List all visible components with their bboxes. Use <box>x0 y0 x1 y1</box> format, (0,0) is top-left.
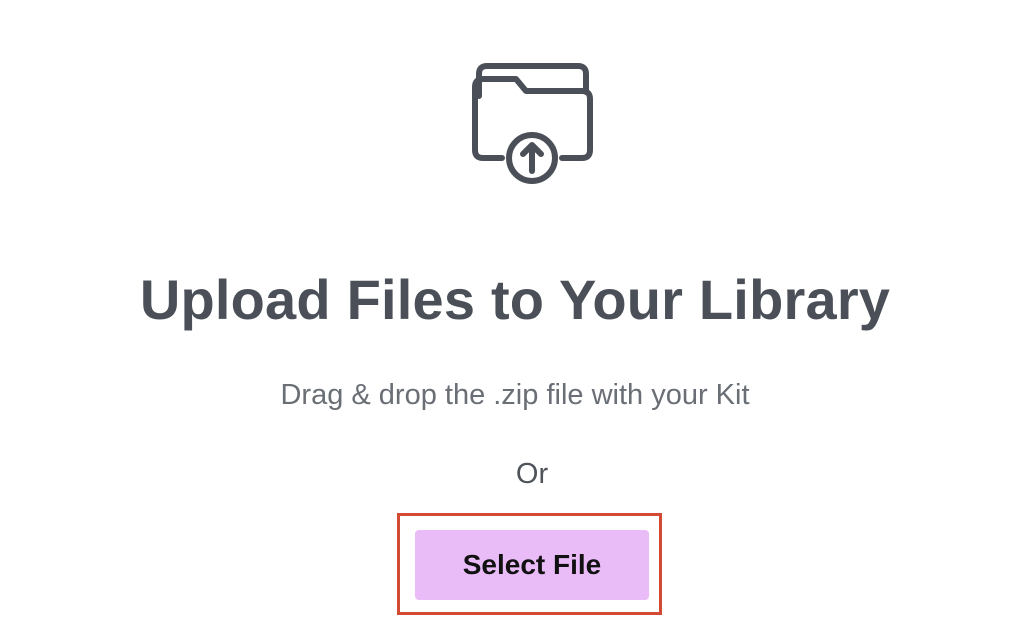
page-title: Upload Files to Your Library <box>139 268 891 331</box>
upload-panel: Upload Files to Your Library Drag & drop… <box>0 0 1030 642</box>
folder-upload-icon <box>470 60 594 184</box>
or-separator-label: Or <box>515 458 549 490</box>
select-file-button[interactable]: Select File <box>415 530 649 600</box>
drag-drop-instruction: Drag & drop the .zip file with your Kit <box>280 379 750 411</box>
